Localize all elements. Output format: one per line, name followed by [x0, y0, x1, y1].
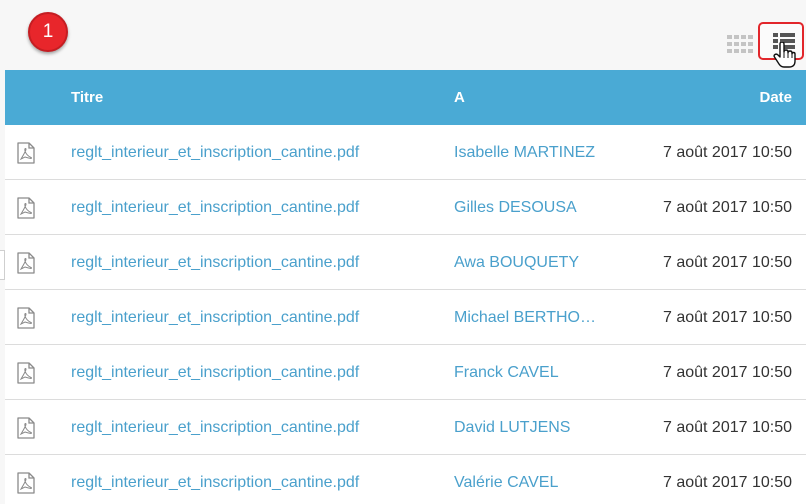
- pdf-icon: [17, 362, 35, 384]
- file-title-link[interactable]: reglt_interieur_et_inscription_cantine.p…: [71, 125, 359, 180]
- recipient-link[interactable]: David LUTJENS: [454, 400, 570, 455]
- table-row[interactable]: reglt_interieur_et_inscription_cantine.p…: [5, 345, 806, 400]
- recipient-link[interactable]: Isabelle MARTINEZ: [454, 125, 595, 180]
- table-row[interactable]: reglt_interieur_et_inscription_cantine.p…: [5, 290, 806, 345]
- sent-date: 7 août 2017 10:50: [662, 309, 792, 326]
- pdf-icon: [17, 252, 35, 274]
- table-row[interactable]: reglt_interieur_et_inscription_cantine.p…: [5, 455, 806, 504]
- recipient-link[interactable]: Valérie CAVEL: [454, 455, 558, 504]
- toolbar: 1: [0, 0, 806, 70]
- file-title-link[interactable]: reglt_interieur_et_inscription_cantine.p…: [71, 180, 359, 235]
- file-title-link[interactable]: reglt_interieur_et_inscription_cantine.p…: [71, 455, 359, 504]
- sent-date: 7 août 2017 10:50: [662, 199, 792, 216]
- sent-date: 7 août 2017 10:50: [662, 419, 792, 436]
- sent-date: 7 août 2017 10:50: [662, 144, 792, 161]
- grid-view-button[interactable]: [727, 35, 753, 53]
- list-view-button[interactable]: [758, 22, 804, 68]
- recipient-link[interactable]: Awa BOUQUETY: [454, 235, 579, 290]
- recipient-link[interactable]: Franck CAVEL: [454, 345, 559, 400]
- pdf-icon: [17, 142, 35, 164]
- file-title-link[interactable]: reglt_interieur_et_inscription_cantine.p…: [71, 235, 359, 290]
- pdf-icon: [17, 197, 35, 219]
- sent-date: 7 août 2017 10:50: [662, 364, 792, 381]
- file-title-link[interactable]: reglt_interieur_et_inscription_cantine.p…: [71, 345, 359, 400]
- sent-date: 7 août 2017 10:50: [662, 474, 792, 491]
- table-row[interactable]: reglt_interieur_et_inscription_cantine.p…: [5, 400, 806, 455]
- column-header-date[interactable]: Date: [759, 70, 792, 125]
- table-body: reglt_interieur_et_inscription_cantine.p…: [5, 125, 806, 504]
- column-header-title[interactable]: Titre: [71, 70, 103, 125]
- table-row[interactable]: reglt_interieur_et_inscription_cantine.p…: [5, 180, 806, 235]
- column-header-recipient[interactable]: A: [454, 70, 465, 125]
- file-title-link[interactable]: reglt_interieur_et_inscription_cantine.p…: [71, 290, 359, 345]
- pdf-icon: [17, 307, 35, 329]
- hand-cursor-icon: [773, 42, 796, 68]
- table-header: Titre A Date: [5, 70, 806, 125]
- pdf-icon: [17, 417, 35, 439]
- recipient-link[interactable]: Michael BERTHO…: [454, 290, 596, 345]
- file-title-link[interactable]: reglt_interieur_et_inscription_cantine.p…: [71, 400, 359, 455]
- grid-icon: [727, 35, 753, 53]
- table-row[interactable]: reglt_interieur_et_inscription_cantine.p…: [5, 235, 806, 290]
- step-badge: 1: [28, 12, 68, 52]
- sent-date: 7 août 2017 10:50: [662, 254, 792, 271]
- documents-table: Titre A Date reglt_interieur_et_inscript…: [5, 70, 806, 504]
- table-row[interactable]: reglt_interieur_et_inscription_cantine.p…: [5, 125, 806, 180]
- pdf-icon: [17, 472, 35, 494]
- recipient-link[interactable]: Gilles DESOUSA: [454, 180, 577, 235]
